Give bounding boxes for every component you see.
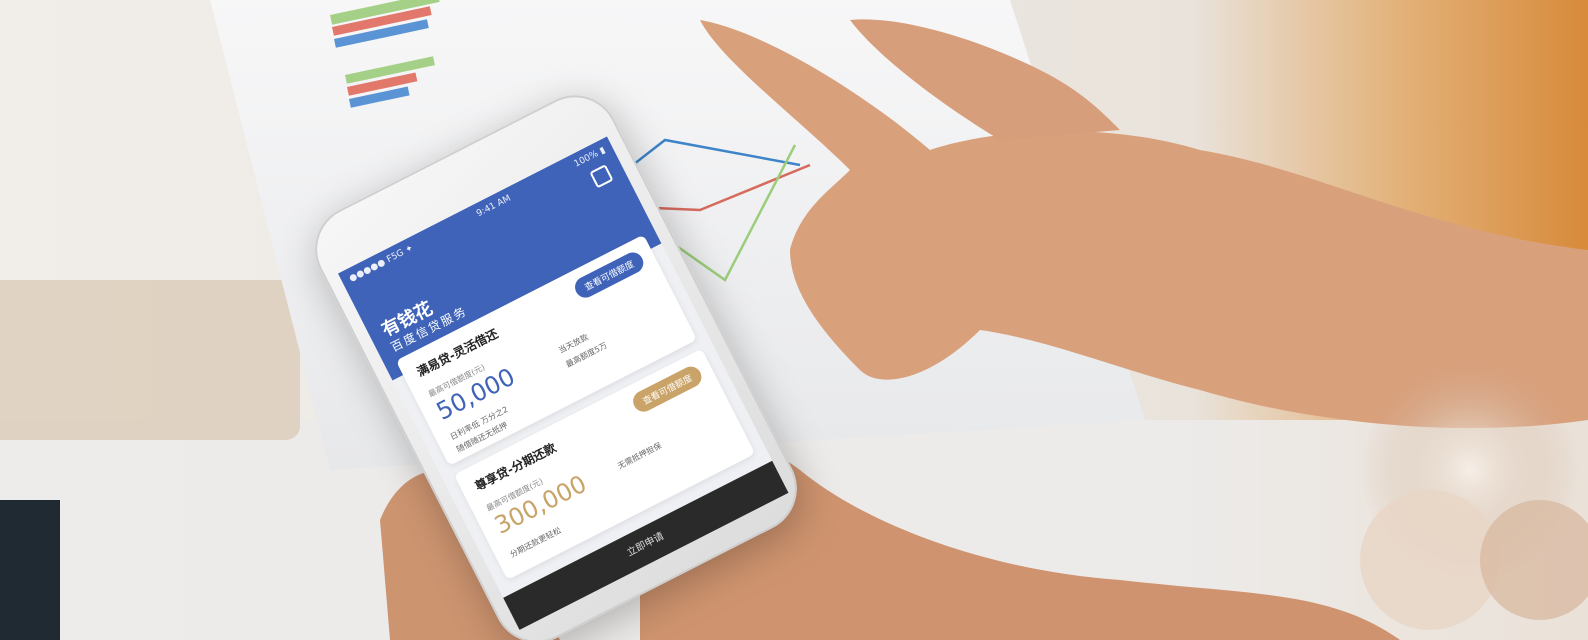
scan-icon[interactable] <box>589 164 614 189</box>
feature-item: 无需抵押担保 <box>616 441 664 471</box>
background-photo <box>0 0 1588 640</box>
check-limit-button[interactable]: 查看可借额度 <box>629 362 705 416</box>
photo-scene: ●●●●● F5G ✦ 9:41 AM 100% ▮ 有钱花 百度信贷服务 满易… <box>0 0 1588 640</box>
